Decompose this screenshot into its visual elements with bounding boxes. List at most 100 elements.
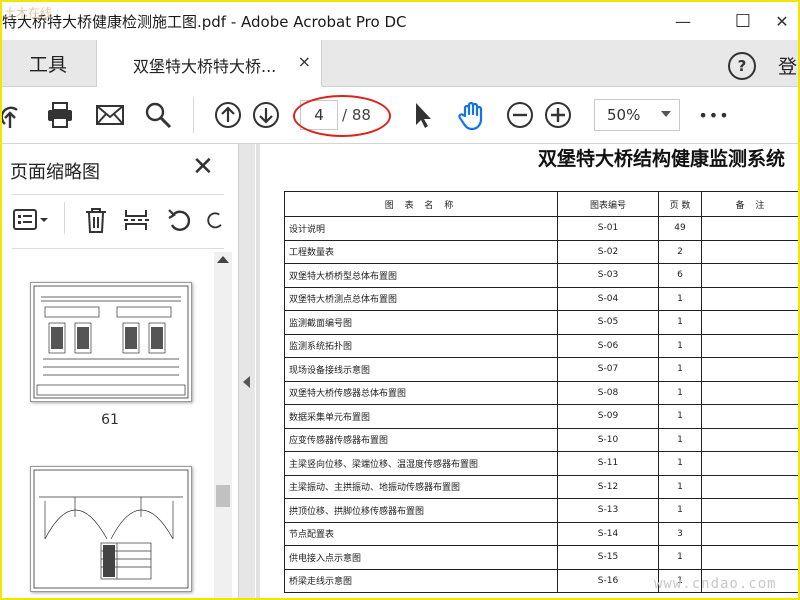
zoom-in-icon[interactable] — [542, 99, 574, 131]
pdf-page: 双堡特大桥结构健康监测系统 图 表 名 称 图表编号 页 数 备 注 设计说明 S… — [260, 144, 798, 598]
remarks-cell — [701, 404, 798, 429]
document-title: 双堡特大桥结构健康监测系统 — [538, 148, 786, 170]
app-window: 特大桥特大桥健康检测施工图.pdf - Adobe Acrobat Pro DC… — [0, 0, 800, 600]
remarks-cell — [701, 263, 798, 288]
scroll-thumb[interactable] — [216, 485, 230, 507]
drawing-name-cell: 双堡特大桥传感器总体布置图 — [284, 380, 558, 405]
extract-pages-icon[interactable] — [120, 204, 152, 236]
table-row: 设计说明 S-01 49 — [284, 216, 798, 241]
signin-link[interactable]: 登 — [778, 52, 797, 79]
print-icon[interactable] — [44, 99, 76, 131]
column-header: 图 表 名 称 — [284, 191, 558, 217]
page-count-cell: 1 — [658, 286, 702, 311]
rotate-cw-icon[interactable] — [202, 204, 224, 236]
table-row: 监测系统拓扑图 S-06 1 — [284, 333, 798, 358]
column-header: 页 数 — [658, 191, 702, 217]
minimize-button[interactable]: — — [660, 6, 706, 36]
tab-close-icon[interactable]: × — [298, 52, 311, 71]
panel-title: 页面缩略图 — [10, 162, 100, 183]
toolbar-divider — [193, 97, 194, 133]
close-window-button[interactable]: ✕ — [766, 6, 798, 36]
column-header: 备 注 — [701, 191, 798, 217]
table-header-row: 图 表 名 称 图表编号 页 数 备 注 — [284, 191, 798, 217]
chevron-left-icon — [243, 376, 250, 388]
remarks-cell — [701, 239, 798, 264]
column-header: 图表编号 — [557, 191, 659, 217]
page-count-cell: 3 — [658, 521, 702, 546]
drawing-number-cell: S-05 — [557, 310, 659, 335]
maximize-icon: ☐ — [734, 10, 752, 32]
drawing-name-cell: 双堡特大桥桥型总体布置图 — [284, 263, 558, 288]
drawing-number-cell: S-01 — [557, 216, 659, 241]
page-thumbnail[interactable] — [30, 466, 192, 592]
zoom-out-icon[interactable] — [504, 99, 536, 131]
close-icon: ✕ — [775, 11, 789, 31]
title-bar: 特大桥特大桥健康检测施工图.pdf - Adobe Acrobat Pro DC… — [2, 2, 798, 40]
remarks-cell — [701, 521, 798, 546]
drawing-number-cell: S-15 — [557, 545, 659, 570]
upload-icon[interactable] — [2, 99, 26, 131]
page-thumbnail[interactable] — [30, 282, 192, 402]
select-arrow-icon[interactable] — [406, 99, 438, 131]
page-count-cell: 1 — [658, 451, 702, 476]
panel-collapse-handle[interactable] — [239, 144, 255, 598]
page-down-icon[interactable] — [250, 99, 282, 131]
email-icon[interactable] — [94, 99, 126, 131]
drawing-name-cell: 供电接入点示意图 — [284, 545, 558, 570]
drawing-number-cell: S-08 — [557, 380, 659, 405]
page-count-cell: 6 — [658, 263, 702, 288]
table-row: 数据采集单元布置图 S-09 1 — [284, 404, 798, 429]
rotate-ccw-icon[interactable] — [164, 204, 196, 236]
table-row: 拱顶位移、拱脚位移传感器布置图 S-13 1 — [284, 498, 798, 523]
zoom-select[interactable]: 50% — [594, 99, 680, 131]
panel-close-icon[interactable]: ✕ — [192, 154, 214, 180]
drawing-number-cell: S-10 — [557, 427, 659, 452]
drawing-name-cell: 应变传感器传感器布置图 — [284, 427, 558, 452]
search-icon[interactable] — [142, 99, 174, 131]
thumbnail-page-label: 61 — [101, 412, 119, 428]
thumbnail-drawing — [33, 285, 189, 399]
document-viewer[interactable]: 双堡特大桥结构健康监测系统 图 表 名 称 图表编号 页 数 备 注 设计说明 S… — [256, 144, 798, 598]
page-count-cell: 1 — [658, 427, 702, 452]
tab-document[interactable]: 双堡特大桥特大桥... × — [96, 40, 322, 87]
remarks-cell — [701, 216, 798, 241]
options-menu-icon[interactable] — [12, 204, 52, 236]
thumbnail-scrollbar[interactable] — [214, 252, 232, 598]
page-count-cell: 49 — [658, 216, 702, 241]
drawing-name-cell: 监测系统拓扑图 — [284, 333, 558, 358]
tab-row: 工具 双堡特大桥特大桥... × ? 登 — [2, 40, 798, 87]
drawing-number-cell: S-02 — [557, 239, 659, 264]
drawing-number-cell: S-06 — [557, 333, 659, 358]
page-count-cell: 1 — [658, 310, 702, 335]
zoom-value: 50% — [607, 106, 641, 124]
remarks-cell — [701, 357, 798, 382]
drawing-number-cell: S-07 — [557, 357, 659, 382]
hand-icon[interactable] — [456, 99, 488, 131]
drawing-name-cell: 工程数量表 — [284, 239, 558, 264]
table-row: 双堡特大桥桥型总体布置图 S-03 6 — [284, 263, 798, 288]
thumbnail-drawing — [33, 469, 189, 589]
trash-icon[interactable] — [80, 204, 112, 236]
table-row: 主梁振动、主拱振动、地振动传感器布置图 S-12 1 — [284, 474, 798, 499]
chevron-up-icon[interactable] — [217, 256, 229, 263]
maximize-button[interactable]: ☐ — [720, 6, 766, 36]
remarks-cell — [701, 286, 798, 311]
table-row: 工程数量表 S-02 2 — [284, 239, 798, 264]
tab-tools[interactable]: 工具 — [2, 40, 94, 86]
page-count-cell: 1 — [658, 380, 702, 405]
drawing-index-table: 图 表 名 称 图表编号 页 数 备 注 设计说明 S-01 49 工程数量表 S-02… — [284, 191, 798, 593]
table-row: 节点配置表 S-14 3 — [284, 521, 798, 546]
page-up-icon[interactable] — [212, 99, 244, 131]
drawing-name-cell: 数据采集单元布置图 — [284, 404, 558, 429]
help-icon[interactable]: ? — [728, 52, 756, 80]
drawing-name-cell: 现场设备接线示意图 — [284, 357, 558, 382]
page-count-cell: 1 — [658, 357, 702, 382]
table-row: 供电接入点示意图 S-15 1 — [284, 545, 798, 570]
table-row: 双堡特大桥测点总体布置图 S-04 1 — [284, 286, 798, 311]
drawing-name-cell: 双堡特大桥测点总体布置图 — [284, 286, 558, 311]
more-icon[interactable]: ••• — [698, 99, 730, 131]
minimize-icon: — — [675, 11, 691, 31]
highlight-oval — [293, 95, 391, 137]
drawing-name-cell: 拱顶位移、拱脚位移传感器布置图 — [284, 498, 558, 523]
remarks-cell — [701, 545, 798, 570]
